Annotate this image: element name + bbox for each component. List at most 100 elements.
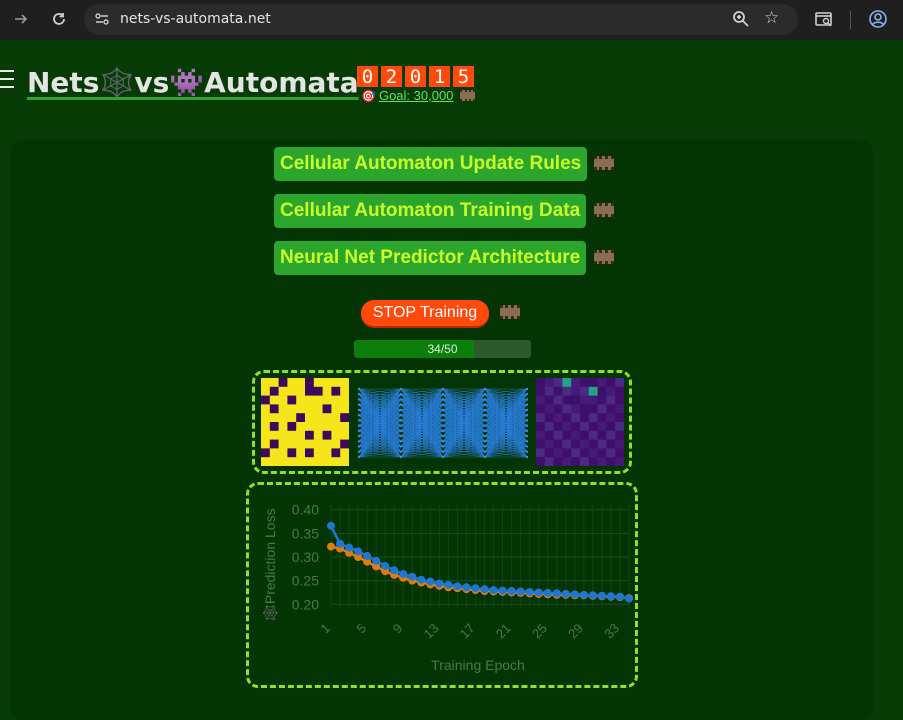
film-icon[interactable] <box>594 156 614 170</box>
zoom-icon[interactable] <box>732 10 750 33</box>
network-node <box>525 455 529 459</box>
prediction-cell <box>606 439 616 449</box>
automaton-cell <box>296 448 306 458</box>
automaton-cell <box>287 430 297 440</box>
network-node <box>441 424 445 427</box>
data-point <box>588 591 597 600</box>
automaton-cell <box>261 378 271 388</box>
hamburger-menu-icon[interactable] <box>0 70 14 94</box>
film-icon[interactable] <box>594 250 614 264</box>
x-tick-label: 5 <box>354 621 370 637</box>
section-ca-update-rules[interactable]: Cellular Automaton Update Rules <box>274 147 588 181</box>
prediction-cell <box>615 386 624 396</box>
tab-search-icon[interactable] <box>814 9 834 34</box>
automaton-cell <box>296 430 306 440</box>
automaton-cell <box>296 386 306 396</box>
prediction-cell <box>588 386 598 396</box>
prediction-cell <box>544 422 554 432</box>
prediction-cell <box>544 378 554 388</box>
automaton-cell <box>261 457 271 466</box>
site-title[interactable]: Nets🕸️vs👾Automata <box>27 66 359 99</box>
network-node <box>483 413 487 417</box>
prediction-cell <box>588 413 598 423</box>
counter-digit: 0 <box>405 66 426 88</box>
network-node <box>483 393 487 396</box>
progress-label: 34/50 <box>427 342 458 356</box>
network-node <box>483 429 487 433</box>
prediction-cell <box>536 378 546 388</box>
network-node <box>483 455 487 459</box>
prediction-cell <box>597 395 607 405</box>
automaton-cell <box>313 386 323 396</box>
y-tick-label: 0.30 <box>292 549 319 565</box>
automaton-cell <box>269 404 279 414</box>
profile-avatar-icon[interactable] <box>868 9 888 34</box>
prediction-cell <box>536 457 546 466</box>
stop-training-button[interactable]: STOP Training <box>361 300 489 326</box>
data-point <box>625 594 633 603</box>
prediction-cell <box>580 422 590 432</box>
prediction-cell <box>588 439 598 449</box>
network-node <box>483 419 487 422</box>
prediction-cell <box>562 422 572 432</box>
reload-icon[interactable] <box>44 4 74 34</box>
prediction-cell <box>615 439 624 449</box>
data-point <box>516 587 525 596</box>
automaton-cell <box>278 448 288 458</box>
section-ca-training-data[interactable]: Cellular Automaton Training Data <box>274 194 587 228</box>
automaton-grid <box>261 378 349 466</box>
data-point <box>444 580 453 589</box>
data-point <box>390 566 399 575</box>
prediction-cell <box>562 413 572 423</box>
forward-icon[interactable] <box>6 4 36 34</box>
data-point <box>615 592 624 601</box>
prediction-cell <box>544 430 554 440</box>
prediction-cell <box>571 413 581 423</box>
prediction-cell <box>553 386 563 396</box>
network-node <box>483 434 487 438</box>
address-bar[interactable]: nets-vs-automata.net ☆ <box>84 4 798 35</box>
prediction-cell <box>580 378 590 388</box>
network-node <box>441 408 445 412</box>
prediction-cell <box>615 430 624 440</box>
data-point <box>417 575 426 584</box>
prediction-cell <box>553 378 563 388</box>
automaton-cell <box>269 439 279 449</box>
prediction-cell <box>615 378 624 388</box>
automaton-cell <box>296 378 306 388</box>
automaton-cell <box>322 413 332 423</box>
prediction-cell <box>615 457 624 466</box>
section-nn-architecture[interactable]: Neural Net Predictor Architecture <box>274 241 587 275</box>
prediction-cell <box>562 439 572 449</box>
network-node <box>441 440 445 443</box>
network-node <box>399 429 403 433</box>
network-node <box>483 387 487 391</box>
x-tick-label: 29 <box>565 621 586 642</box>
prediction-cell <box>562 430 572 440</box>
x-tick-label: 1 <box>317 621 333 637</box>
data-point <box>525 587 534 596</box>
automaton-cell <box>269 448 279 458</box>
network-node <box>441 445 445 448</box>
automaton-cell <box>269 395 279 405</box>
data-point <box>327 521 335 530</box>
automaton-cell <box>331 457 341 466</box>
network-node <box>357 413 361 417</box>
loss-chart: 0.20 0.25 0.30 0.35 0.40 1 5 9 13 17 21 25 29 33 Train… <box>262 502 633 673</box>
automaton-cell <box>261 386 271 396</box>
automaton-cell <box>269 413 279 423</box>
counter-digit: 5 <box>453 66 474 88</box>
film-icon[interactable] <box>594 203 614 217</box>
film-icon[interactable] <box>500 305 520 319</box>
data-point <box>345 543 354 552</box>
network-node <box>357 393 361 396</box>
goal-link[interactable]: Goal: 30,000 <box>379 88 453 103</box>
automaton-cell <box>261 448 271 458</box>
automaton-cell <box>305 448 315 458</box>
film-icon[interactable] <box>460 90 476 101</box>
bookmark-star-icon[interactable]: ☆ <box>764 8 779 28</box>
site-info-icon[interactable] <box>94 11 110 27</box>
automaton-cell <box>340 395 349 405</box>
automaton-cell <box>287 448 297 458</box>
prediction-cell <box>571 378 581 388</box>
